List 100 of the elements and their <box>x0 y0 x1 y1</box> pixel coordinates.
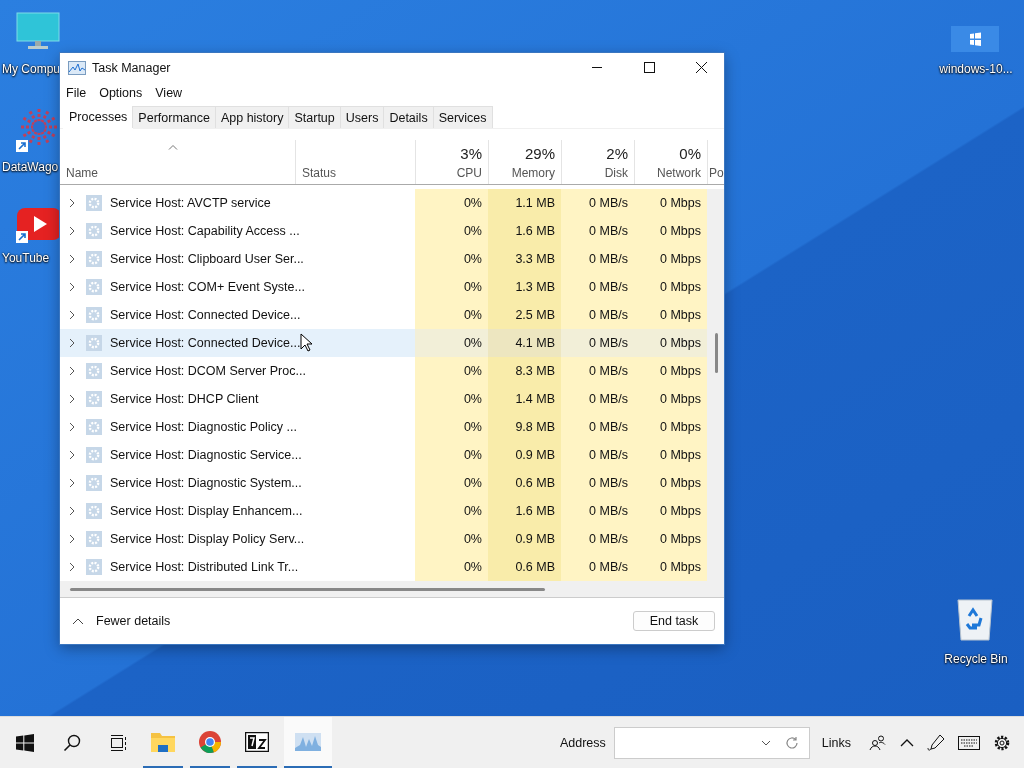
desktop-icon-label[interactable]: YouTube <box>0 251 62 265</box>
chevron-icon[interactable] <box>68 366 76 376</box>
task-manager-icon <box>295 732 321 751</box>
process-row[interactable]: Service Host: Display Policy Serv... 0% 0.9 MB 0 MB/s 0 Mbps <box>60 525 707 553</box>
tab[interactable]: Startup <box>288 106 341 128</box>
column-header[interactable]: 0% Network <box>634 140 707 184</box>
chevron-icon[interactable] <box>68 534 76 544</box>
recycle-bin-icon[interactable] <box>955 596 995 642</box>
process-name: Service Host: Connected Device... <box>110 308 301 322</box>
table-cell: 0% <box>415 189 488 217</box>
fewer-details-link[interactable]: Fewer details <box>96 614 171 628</box>
keyboard-icon[interactable] <box>958 735 980 750</box>
table-cell: 9.8 MB <box>488 413 561 441</box>
table-cell: 0 Mbps <box>634 217 707 245</box>
column-header[interactable]: Name <box>60 140 295 184</box>
desktop-icon-label[interactable]: My Compu <box>0 62 62 76</box>
scrollbar-thumb[interactable] <box>715 333 718 373</box>
chevron-icon[interactable] <box>68 338 76 348</box>
chevron-icon[interactable] <box>68 282 76 292</box>
menu-item[interactable]: View <box>155 85 183 100</box>
settings-icon[interactable] <box>993 733 1011 752</box>
chevron-icon[interactable] <box>68 394 76 404</box>
links-label[interactable]: Links <box>821 735 851 750</box>
tab[interactable]: Services <box>432 106 493 128</box>
table-cell: 0 Mbps <box>634 413 707 441</box>
table-cell: 3.3 MB <box>488 245 561 273</box>
menu-item[interactable]: File <box>66 85 87 100</box>
process-row[interactable]: Service Host: Connected Device... 0% 2.5 MB 0 MB/s 0 Mbps <box>60 301 707 329</box>
process-row[interactable]: Service Host: Distributed Link Tr... 0% 0.6 MB 0 MB/s 0 Mbps <box>60 553 707 581</box>
chevron-icon[interactable] <box>68 310 76 320</box>
process-row[interactable]: Service Host: DHCP Client 0% 1.4 MB 0 MB/s 0 Mbps <box>60 385 707 413</box>
process-row[interactable]: Service Host: Connected Device... 0% 4.1 MB 0 MB/s 0 Mbps <box>60 329 707 357</box>
process-name: Service Host: Capability Access ... <box>110 224 300 238</box>
tab[interactable]: App history <box>214 106 290 128</box>
dropdown-caret-icon[interactable] <box>760 739 771 746</box>
shortcut-arrow-icon <box>16 140 28 152</box>
chevron-up-icon[interactable] <box>900 738 914 747</box>
chevron-icon[interactable] <box>68 226 76 236</box>
desktop-icon-label[interactable]: Recycle Bin <box>930 652 1020 666</box>
process-row[interactable]: Service Host: Diagnostic Policy ... 0% 9.8 MB 0 MB/s 0 Mbps <box>60 413 707 441</box>
address-field[interactable] <box>613 726 810 759</box>
table-cell: 0 MB/s <box>561 189 634 217</box>
process-row[interactable]: Service Host: Display Enhancem... 0% 1.6 MB 0 MB/s 0 Mbps <box>60 497 707 525</box>
windows-logo-icon[interactable] <box>951 26 999 52</box>
process-row[interactable]: Service Host: Capability Access ... 0% 1.6 MB 0 MB/s 0 Mbps <box>60 217 707 245</box>
chevron-icon[interactable] <box>68 562 76 572</box>
scrollbar-thumb[interactable] <box>70 587 545 591</box>
table-cell: 0 MB/s <box>561 469 634 497</box>
column-header[interactable]: Po <box>707 140 724 184</box>
table-cell: 0% <box>415 217 488 245</box>
monitor-icon[interactable] <box>16 12 60 52</box>
process-row[interactable]: Service Host: Clipboard User Ser... 0% 3.3 MB 0 MB/s 0 Mbps <box>60 245 707 273</box>
chevron-icon[interactable] <box>68 198 76 208</box>
process-row[interactable]: Service Host: Diagnostic System... 0% 0.6 MB 0 MB/s 0 Mbps <box>60 469 707 497</box>
table-cell: 1.6 MB <box>488 497 561 525</box>
tab[interactable]: Details <box>383 106 434 128</box>
pen-icon[interactable] <box>927 733 945 752</box>
table-cell: 0 MB/s <box>561 385 634 413</box>
gear-icon <box>86 503 102 519</box>
tab[interactable]: Performance <box>132 106 216 128</box>
table-cell: 0 Mbps <box>634 497 707 525</box>
menu-item[interactable]: Options <box>99 85 143 100</box>
sort-caret-icon <box>168 144 178 150</box>
scrollbar-track[interactable] <box>707 189 724 581</box>
table-cell: 0 MB/s <box>561 273 634 301</box>
chevron-icon[interactable] <box>68 422 76 432</box>
column-header[interactable]: Status <box>295 140 415 184</box>
chevron-icon[interactable] <box>68 450 76 460</box>
table-cell: 0 MB/s <box>561 301 634 329</box>
process-row[interactable]: Service Host: DCOM Server Proc... 0% 8.3 MB 0 MB/s 0 Mbps <box>60 357 707 385</box>
table-cell: 0 Mbps <box>634 273 707 301</box>
table-cell: 0% <box>415 525 488 553</box>
table-cell: 1.3 MB <box>488 273 561 301</box>
column-header[interactable]: 29% Memory <box>488 140 561 184</box>
desktop-icon-label[interactable]: windows-10... <box>930 62 1020 76</box>
chevron-icon[interactable] <box>68 506 76 516</box>
task-view-icon[interactable] <box>110 733 128 752</box>
chevron-up-icon[interactable] <box>72 617 84 625</box>
desktop-icon-label[interactable]: DataWago <box>0 160 62 174</box>
table-cell: 1.6 MB <box>488 217 561 245</box>
chevron-icon[interactable] <box>68 254 76 264</box>
table-cell: 0 Mbps <box>634 553 707 581</box>
table-cell: 0 Mbps <box>634 469 707 497</box>
chevron-icon[interactable] <box>68 478 76 488</box>
column-header[interactable]: 3% CPU <box>415 140 488 184</box>
table-cell: 8.3 MB <box>488 357 561 385</box>
search-icon[interactable] <box>63 733 81 752</box>
process-row[interactable]: Service Host: COM+ Event Syste... 0% 1.3 MB 0 MB/s 0 Mbps <box>60 273 707 301</box>
tab[interactable]: Users <box>339 106 385 128</box>
start-icon[interactable] <box>16 733 34 752</box>
process-row[interactable]: Service Host: Diagnostic Service... 0% 0.9 MB 0 MB/s 0 Mbps <box>60 441 707 469</box>
refresh-icon[interactable] <box>784 735 799 750</box>
process-row[interactable]: Service Host: AVCTP service 0% 1.1 MB 0 MB/s 0 Mbps <box>60 189 707 217</box>
table-cell: 0 Mbps <box>634 357 707 385</box>
end-task-button[interactable]: End task <box>633 611 715 631</box>
table-cell: 0% <box>415 553 488 581</box>
column-label: Po <box>709 166 724 180</box>
people-icon[interactable] <box>869 734 887 751</box>
table-cell: 0.6 MB <box>488 469 561 497</box>
column-header[interactable]: 2% Disk <box>561 140 634 184</box>
